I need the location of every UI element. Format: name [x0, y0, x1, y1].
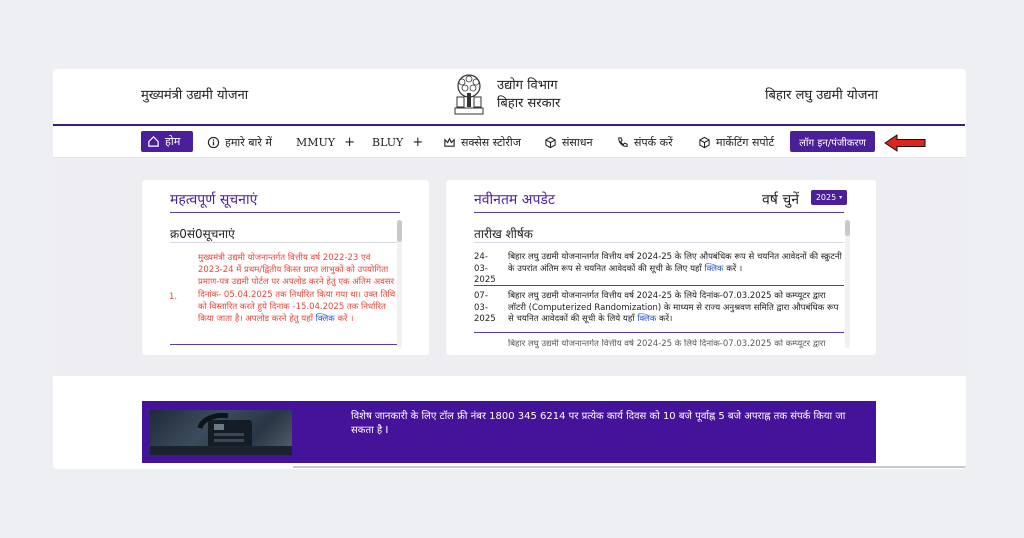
notices-column-header: क्र0सं0सूचनाएं: [170, 227, 235, 241]
nav-about-label: हमारे बारे में: [225, 135, 272, 149]
red-arrow-annotation-icon: [884, 134, 926, 152]
telephone-photo: [150, 410, 292, 455]
chevron-down-icon: ▾: [839, 194, 843, 201]
notice-text: मुख्यमंत्री उद्यमी योजनान्तर्गत वित्तीय …: [198, 253, 396, 325]
notice-click-link[interactable]: क्लिक: [316, 314, 335, 324]
content-section: महत्वपूर्ण सूचनाएं क्र0सं0सूचनाएं 1. मुख…: [53, 158, 966, 376]
telephone-icon: [150, 413, 292, 455]
latest-updates-title: नवीनतम अपडेट: [474, 192, 555, 208]
nav-success-stories[interactable]: सक्सेस स्टोरीज: [443, 132, 521, 152]
helpline-banner: विशेष जानकारी के लिए टॉल फ्री नंबर 1800 …: [142, 401, 876, 463]
update-text: बिहार लघु उद्यमी योजनान्तर्गत वित्तीय वर…: [508, 291, 843, 326]
nav-marketing-support[interactable]: मार्केटिंग सपोर्ट: [698, 132, 774, 152]
login-register-button[interactable]: लॉग इन/पंजीकरण: [790, 131, 875, 152]
home-icon: [148, 136, 159, 147]
row-divider: [474, 332, 844, 333]
info-icon: [207, 136, 220, 148]
update-click-link[interactable]: क्लिक: [637, 314, 656, 324]
important-notices-card: महत्वपूर्ण सूचनाएं क्र0सं0सूचनाएं 1. मुख…: [142, 180, 429, 355]
department-line-2: बिहार सरकार: [497, 96, 561, 111]
nav-contact[interactable]: संपर्क करें: [616, 132, 673, 152]
updates-column-header: तारीख शीर्षक: [474, 227, 534, 241]
bodhi-tree-emblem-icon[interactable]: [449, 73, 489, 117]
plus-icon: +: [344, 134, 355, 150]
update-date: 07-03-2025: [474, 291, 496, 324]
notice-tail: करें ।: [337, 314, 354, 325]
update-row: 24-03-2025 बिहार लघु उद्यमी योजनान्तर्गत…: [474, 252, 844, 285]
notice-serial-number: 1.: [169, 292, 178, 302]
footer-divider: [293, 466, 966, 468]
title-underline: [170, 212, 400, 213]
update-text: बिहार लघु उद्यमी योजनान्तर्गत वित्तीय वर…: [508, 339, 843, 351]
nav-marketing-label: मार्केटिंग सपोर्ट: [716, 135, 775, 149]
notice-item: मुख्यमंत्री उद्यमी योजनान्तर्गत वित्तीय …: [198, 252, 396, 325]
update-body: बिहार लघु उद्यमी योजनान्तर्गत वित्तीय वर…: [508, 252, 842, 274]
update-body: बिहार लघु उद्यमी योजनान्तर्गत वित्तीय वर…: [508, 339, 826, 349]
year-select[interactable]: 2025 ▾: [811, 190, 847, 205]
important-notices-title: महत्वपूर्ण सूचनाएं: [170, 192, 258, 208]
header-divider: [474, 242, 844, 243]
nav-mmuy[interactable]: MMUY +: [296, 132, 355, 152]
mmuy-title[interactable]: मुख्यमंत्री उद्यमी योजना: [141, 85, 248, 103]
header-divider: [170, 242, 400, 243]
login-register-label: लॉग इन/पंजीकरण: [799, 137, 866, 149]
nav-about[interactable]: हमारे बारे में: [207, 132, 272, 152]
nav-bluy-label: BLUY: [372, 135, 404, 149]
update-row: 07-03-2025 बिहार लघु उद्यमी योजनान्तर्गत…: [474, 291, 844, 327]
update-row: बिहार लघु उद्यमी योजनान्तर्गत वित्तीय वर…: [474, 339, 844, 351]
nav-bluy[interactable]: BLUY +: [372, 132, 423, 152]
update-date: 24-03-2025: [474, 252, 496, 285]
update-text: बिहार लघु उद्यमी योजनान्तर्गत वित्तीय वर…: [508, 252, 843, 275]
phone-icon: [618, 136, 628, 147]
title-underline: [474, 212, 844, 213]
row-divider: [474, 285, 844, 286]
update-body: बिहार लघु उद्यमी योजनान्तर्गत वित्तीय वर…: [508, 291, 839, 324]
nav-resources[interactable]: संसाधन: [544, 132, 593, 152]
crown-icon: [444, 137, 455, 147]
notice-divider: [170, 344, 400, 345]
department-name: उद्योग विभाग बिहार सरकार: [497, 77, 560, 113]
nav-home[interactable]: होम: [141, 131, 193, 152]
notices-scrollbar[interactable]: [397, 220, 402, 348]
helpline-text: विशेष जानकारी के लिए टॉल फ्री नंबर 1800 …: [351, 411, 846, 436]
nav-resources-label: संसाधन: [562, 135, 593, 149]
update-click-link[interactable]: क्लिक: [704, 264, 723, 274]
main-nav: होम हमारे बारे में MMUY + BLUY + सक्सेस …: [53, 126, 966, 156]
update-tail: करें ।: [726, 263, 743, 274]
cube-icon: [699, 136, 710, 148]
updates-scroll-thumb[interactable]: [845, 220, 850, 236]
updates-scrollbar[interactable]: [845, 220, 850, 348]
nav-success-label: सक्सेस स्टोरीज: [461, 135, 521, 149]
year-select-label: वर्ष चुनें: [762, 192, 799, 208]
nav-contact-label: संपर्क करें: [634, 135, 673, 149]
nav-home-label: होम: [165, 135, 181, 148]
app-window: मुख्यमंत्री उद्यमी योजना उद्योग विभाग बि…: [53, 69, 966, 469]
notices-scroll-thumb[interactable]: [397, 220, 402, 242]
cube-icon: [545, 136, 556, 148]
latest-updates-card: नवीनतम अपडेट वर्ष चुनें 2025 ▾ तारीख शीर…: [446, 180, 876, 355]
bluy-title[interactable]: बिहार लघु उद्यमी योजना: [765, 85, 878, 103]
update-tail: करें।: [659, 314, 673, 324]
year-select-value: 2025: [815, 193, 837, 202]
department-line-1: उद्योग विभाग: [497, 78, 558, 93]
plus-icon: +: [412, 134, 424, 150]
site-header: मुख्यमंत्री उद्यमी योजना उद्योग विभाग बि…: [53, 69, 966, 124]
nav-mmuy-label: MMUY: [296, 135, 336, 149]
